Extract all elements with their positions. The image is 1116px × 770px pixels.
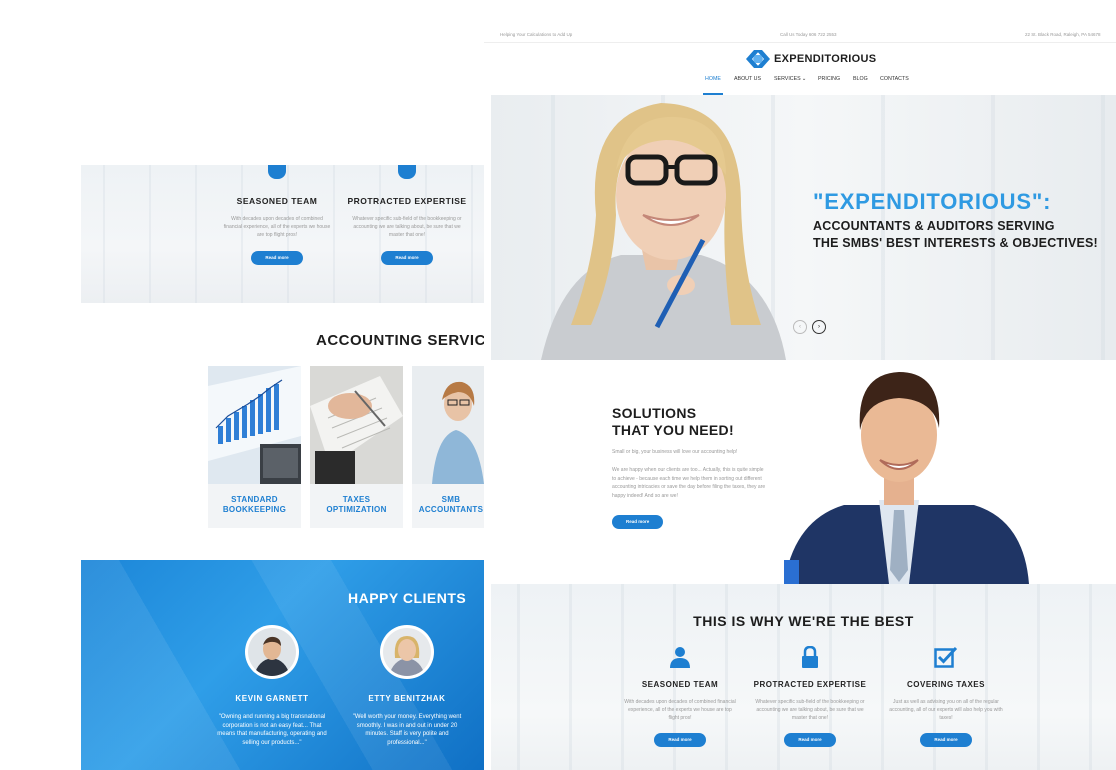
clients-heading: HAPPY CLIENTS	[348, 590, 467, 606]
address-text: 22 St. Black Road, Raleigh, PA 54678	[1025, 32, 1101, 37]
main-nav: HOME ABOUT US SERVICES⌄ PRICING BLOG CON…	[484, 76, 1116, 96]
hero-slider: "EXPENDITORIOUS": ACCOUNTANTS & AUDITORS…	[491, 95, 1116, 360]
testimonial: ETTY BENITZHAK "Well worth your money. E…	[342, 625, 472, 747]
service-label-line2: ACCOUNTANTS	[418, 505, 484, 514]
why-best-section: THIS IS WHY WE'RE THE BEST SEASONED TEAM…	[491, 584, 1116, 770]
lock-icon	[398, 165, 416, 179]
logo-mark-icon	[746, 50, 770, 68]
client-name: KEVIN GARNETT	[235, 694, 309, 703]
service-card-bookkeeping[interactable]: STANDARD BOOKKEEPING	[208, 366, 301, 528]
slider-next-button[interactable]: ›	[812, 320, 826, 334]
paperwork-photo	[310, 366, 403, 484]
nav-services-label: SERVICES	[774, 76, 801, 82]
service-label: SMB ACCOUNTANTS	[412, 484, 490, 515]
service-label: TAXES OPTIMIZATION	[310, 484, 403, 515]
nav-contacts[interactable]: CONTACTS	[880, 76, 909, 82]
client-quote: "Owning and running a big transnational …	[217, 714, 327, 746]
service-card-taxes[interactable]: TAXES OPTIMIZATION	[310, 366, 403, 528]
hero-title: "EXPENDITORIOUS":	[813, 189, 1052, 214]
read-more-button[interactable]: Read more	[251, 251, 303, 265]
solutions-body: We are happy when our clients are too...…	[612, 467, 766, 499]
reason-title: COVERING TAXES	[907, 680, 985, 689]
woman-photo	[412, 366, 490, 484]
service-label-line2: OPTIMIZATION	[326, 505, 387, 514]
solutions-heading: SOLUTIONS THAT YOU NEED!	[612, 405, 734, 438]
back-features-section: SEASONED TEAM With decades upon decades …	[81, 165, 490, 303]
nav-home[interactable]: HOME	[705, 76, 721, 82]
read-more-button[interactable]: Read more	[381, 251, 433, 265]
client-quote: "Well worth your money. Everything went …	[352, 714, 462, 746]
feature-text: With decades upon decades of combined fi…	[223, 216, 331, 238]
why-best-heading: THIS IS WHY WE'RE THE BEST	[693, 613, 914, 629]
avatar	[245, 625, 299, 679]
service-label: STANDARD BOOKKEEPING	[208, 484, 301, 515]
nav-services[interactable]: SERVICES⌄	[774, 76, 806, 82]
service-label-line1: SMB	[441, 495, 461, 504]
solutions-section: SOLUTIONS THAT YOU NEED! Small or big, y…	[484, 360, 1116, 584]
read-more-button[interactable]: Read more	[920, 733, 972, 747]
read-more-button[interactable]: Read more	[654, 733, 706, 747]
service-card-smb[interactable]: SMB ACCOUNTANTS	[412, 366, 490, 528]
user-icon	[268, 165, 286, 179]
happy-clients-section: HAPPY CLIENTS KEVIN GARNETT "Owning and …	[81, 560, 490, 770]
hero-subtitle-line1: ACCOUNTANTS & AUDITORS SERVING	[813, 219, 1055, 233]
service-label-line1: TAXES	[342, 495, 371, 504]
nav-pricing[interactable]: PRICING	[818, 76, 840, 82]
read-more-button[interactable]: Read more	[784, 733, 836, 747]
service-label-line2: BOOKKEEPING	[222, 505, 287, 514]
client-name: ETTY BENITZHAK	[368, 694, 446, 703]
services-heading: ACCOUNTING SERVICES	[316, 332, 507, 349]
slider-prev-button[interactable]: ‹	[793, 320, 807, 334]
hero-woman-photo	[541, 103, 786, 360]
checkbox-check-icon	[861, 646, 1031, 668]
feature-protracted-expertise: PROTRACTED EXPERTISE Whatever specific s…	[327, 165, 487, 265]
tagline: Helping Your Calculations to Add Up	[500, 32, 573, 37]
chart-photo	[208, 366, 301, 484]
solutions-heading-line2: THAT YOU NEED!	[612, 421, 734, 438]
feature-text: Whatever specific sub-field of the bookk…	[352, 216, 462, 238]
solutions-lead: Small or big, your business will love ou…	[612, 449, 738, 455]
feature-title: PROTRACTED EXPERTISE	[347, 196, 467, 206]
nav-about-us[interactable]: ABOUT US	[734, 76, 761, 82]
hero-subtitle: ACCOUNTANTS & AUDITORS SERVING THE SMBS'…	[813, 218, 1098, 251]
nav-blog[interactable]: BLOG	[853, 76, 868, 82]
front-page-preview: Helping Your Calculations to Add Up Call…	[484, 27, 1116, 770]
reason-text: Whatever specific sub-field of the bookk…	[755, 699, 865, 721]
chevron-down-icon: ⌄	[801, 76, 807, 82]
testimonial: KEVIN GARNETT "Owning and running a big …	[207, 625, 337, 747]
read-more-button[interactable]: Read more	[612, 515, 664, 529]
phone-text: Call Us Today 606 722 2553	[780, 32, 837, 37]
back-page-preview: SEASONED TEAM With decades upon decades …	[0, 0, 506, 770]
site-logo[interactable]: EXPENDITORIOUS	[746, 50, 876, 68]
reason-text: Just as well as advising you on all of t…	[889, 699, 1003, 721]
avatar	[380, 625, 434, 679]
reason-covering-taxes: COVERING TAXES Just as well as advising …	[861, 646, 1031, 747]
reason-text: With decades upon decades of combined fi…	[624, 699, 736, 721]
top-bar: Helping Your Calculations to Add Up Call…	[484, 27, 1116, 43]
service-label-line1: STANDARD	[231, 495, 278, 504]
businessman-photo	[784, 372, 1029, 584]
hero-subtitle-line2: THE SMBS' BEST INTERESTS & OBJECTIVES!	[813, 235, 1098, 250]
solutions-heading-line1: SOLUTIONS	[612, 405, 697, 421]
brand-name: EXPENDITORIOUS	[774, 53, 877, 65]
